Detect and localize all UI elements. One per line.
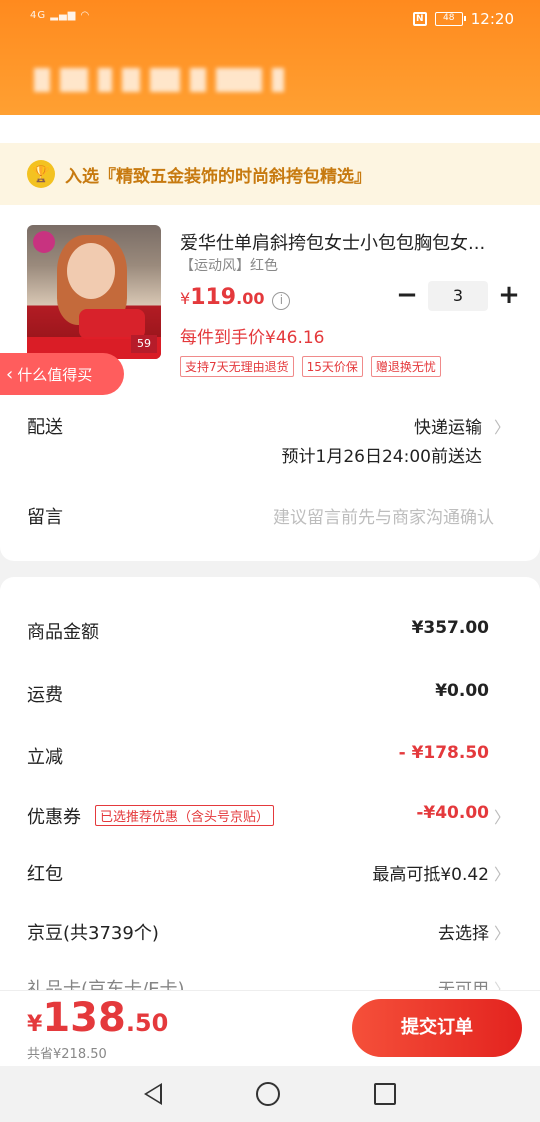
price-summary: 商品金额 ¥357.00 运费 ¥0.00 立减 - ¥178.50 优惠券 已… — [0, 577, 540, 997]
service-tags: 支持7天无理由退货 15天价保 赠退换无忧 — [180, 356, 441, 377]
chevron-right-icon[interactable]: 〉 — [494, 804, 510, 828]
chevron-right-icon[interactable]: 〉 — [494, 920, 510, 944]
recent-apps-icon[interactable] — [374, 1083, 396, 1105]
goods-amount-label: 商品金额 — [27, 622, 99, 643]
saved-amount: 共省¥218.50 — [27, 1047, 107, 1062]
clock: 12:20 — [470, 10, 514, 28]
back-icon[interactable] — [144, 1083, 162, 1105]
discount-value: - ¥178.50 — [398, 743, 489, 763]
image-badge — [33, 231, 55, 253]
message-input[interactable]: 建议留言前先与商家沟通确认 — [273, 503, 494, 528]
home-icon[interactable] — [256, 1082, 280, 1106]
system-nav-bar — [0, 1066, 540, 1122]
selection-banner[interactable]: 🏆 入选『精致五金装饰的时尚斜挎包精选』 — [0, 143, 540, 205]
status-right: N 48 12:20 — [412, 10, 514, 28]
delivery-label: 配送 — [27, 417, 63, 438]
price-symbol: ¥ — [180, 289, 191, 308]
battery-icon: 48 — [434, 12, 466, 26]
product-title[interactable]: 爱华仕单肩斜挎包女士小包包胸包女... — [180, 229, 510, 255]
price-decimal: .00 — [236, 289, 265, 308]
service-tag[interactable]: 支持7天无理由退货 — [180, 356, 294, 377]
total-integer: 138 — [42, 995, 126, 1041]
price-integer: 119 — [190, 285, 237, 310]
increase-button[interactable]: + — [494, 281, 524, 311]
product-spec[interactable]: 【运动风】红色 — [180, 255, 278, 275]
image-price: 59 — [131, 335, 157, 353]
nfc-icon: N — [412, 12, 427, 26]
signal-label: 4G — [30, 10, 47, 21]
worth-buying-button[interactable]: ‹ 什么值得买 — [0, 353, 124, 395]
redpacket-label: 红包 — [27, 864, 63, 885]
image-face — [67, 243, 115, 299]
trophy-icon: 🏆 — [27, 160, 55, 188]
jingdou-label: 京豆(共3739个) — [27, 923, 159, 944]
jingdou-value[interactable]: 去选择 — [438, 919, 489, 944]
product-image[interactable]: 59 — [27, 225, 161, 359]
service-tag[interactable]: 赠退换无忧 — [370, 356, 441, 377]
shipping-label: 运费 — [27, 685, 63, 706]
quantity-stepper: − 3 + — [392, 281, 524, 311]
total-symbol: ¥ — [27, 1012, 43, 1037]
banner-text: 入选『精致五金装饰的时尚斜挎包精选』 — [65, 166, 371, 187]
service-tag[interactable]: 15天价保 — [301, 356, 363, 377]
message-label: 留言 — [27, 507, 63, 528]
unit-price: 每件到手价¥46.16 — [180, 328, 325, 348]
decrease-button[interactable]: − — [392, 281, 422, 311]
chevron-right-icon[interactable]: 〉 — [494, 414, 510, 438]
shipping-value: ¥0.00 — [435, 681, 489, 701]
delivery-eta: 预计1月26日24:00前送达 — [281, 447, 482, 467]
coupon-tag[interactable]: 已选推荐优惠（含头号京贴） — [95, 805, 275, 826]
info-icon[interactable]: i — [272, 292, 291, 310]
checkout-bar: ¥ 138 .50 共省¥218.50 提交订单 — [0, 990, 540, 1066]
worth-buying-label: 什么值得买 — [17, 365, 93, 384]
order-card: 🏆 入选『精致五金装饰的时尚斜挎包精选』 59 爱华仕单肩斜挎包女士小包包胸包女… — [0, 115, 540, 561]
total-price: ¥ 138 .50 — [27, 995, 168, 1041]
chevron-left-icon: ‹ — [6, 363, 14, 385]
discount-label: 立减 — [27, 747, 63, 768]
delivery-method[interactable]: 快递运输 — [414, 413, 482, 438]
product-price: ¥ 119 .00 i — [180, 285, 291, 310]
coupon-value[interactable]: -¥40.00 — [416, 803, 489, 823]
signal-icon: 4G ▂▄▆ ◠ — [30, 10, 91, 21]
status-bar: 4G ▂▄▆ ◠ N 48 12:20 — [0, 0, 540, 40]
submit-order-button[interactable]: 提交订单 — [352, 999, 522, 1057]
blurred-title — [34, 68, 464, 94]
header: 4G ▂▄▆ ◠ N 48 12:20 — [0, 0, 540, 115]
quantity-input[interactable]: 3 — [428, 281, 488, 311]
goods-amount-value: ¥357.00 — [411, 618, 489, 638]
coupon-label: 优惠券 — [27, 807, 81, 828]
total-decimal: .50 — [125, 1009, 169, 1037]
chevron-right-icon[interactable]: 〉 — [494, 861, 510, 885]
redpacket-value[interactable]: 最高可抵¥0.42 — [372, 860, 489, 885]
